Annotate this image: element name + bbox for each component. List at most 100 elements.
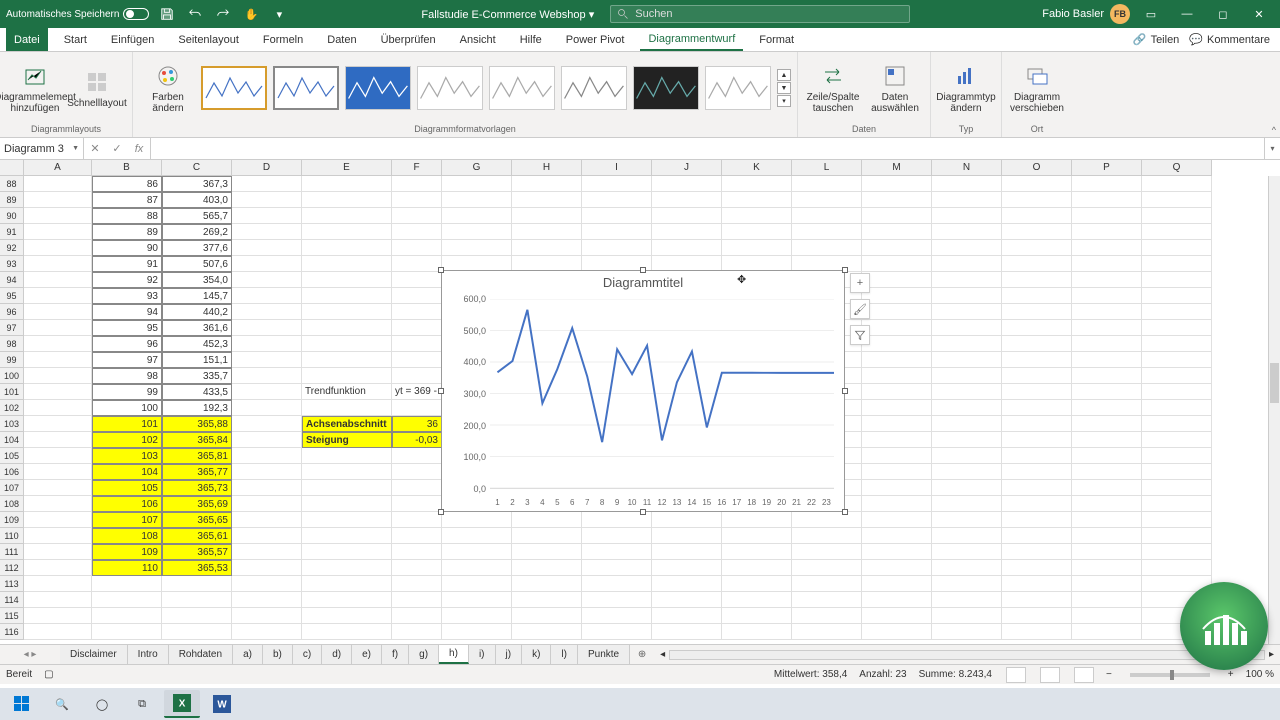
sheet-tab[interactable]: e) [352,645,382,664]
cell[interactable] [1002,256,1072,272]
row-header[interactable]: 92 [0,240,24,256]
cell[interactable] [442,576,512,592]
cell[interactable] [792,560,862,576]
cancel-formula-icon[interactable]: ✕ [84,142,106,155]
column-header[interactable]: G [442,160,512,176]
cell[interactable] [24,352,92,368]
cell[interactable] [512,240,582,256]
tab-help[interactable]: Hilfe [512,28,550,51]
cell[interactable]: 108 [92,528,162,544]
cell[interactable] [302,544,392,560]
cell[interactable] [932,560,1002,576]
cell[interactable] [24,192,92,208]
cell[interactable] [232,256,302,272]
cell[interactable] [392,576,442,592]
cell[interactable] [1142,464,1212,480]
cell[interactable]: 104 [92,464,162,480]
cell[interactable] [1072,608,1142,624]
cell[interactable] [582,592,652,608]
cell[interactable] [512,208,582,224]
cell[interactable] [392,208,442,224]
select-all-corner[interactable] [0,160,24,176]
cell[interactable]: Trendfunktion [302,384,392,400]
sheet-tab[interactable]: Disclaimer [60,645,128,664]
row-header[interactable]: 110 [0,528,24,544]
cell[interactable] [442,512,512,528]
sheet-tab[interactable]: c) [293,645,322,664]
cell[interactable] [1072,432,1142,448]
row-header[interactable]: 113 [0,576,24,592]
cell[interactable] [442,240,512,256]
cell[interactable] [1002,304,1072,320]
cell[interactable] [862,576,932,592]
cell[interactable] [1142,240,1212,256]
cell[interactable] [232,576,302,592]
row-header[interactable]: 103 [0,416,24,432]
cell[interactable] [1142,400,1212,416]
sheet-tab[interactable]: b) [263,645,293,664]
cell[interactable] [1002,400,1072,416]
cell[interactable] [1002,384,1072,400]
cell[interactable] [1142,432,1212,448]
undo-icon[interactable] [185,4,205,24]
cell[interactable]: 365,57 [162,544,232,560]
cell[interactable]: 367,3 [162,176,232,192]
cell[interactable] [92,576,162,592]
cell[interactable] [1002,208,1072,224]
cell[interactable] [302,288,392,304]
maximize-icon[interactable]: ◻ [1208,0,1238,28]
cell[interactable] [92,592,162,608]
sheet-tab[interactable]: Rohdaten [169,645,233,664]
cell[interactable] [512,608,582,624]
cell[interactable]: 365,84 [162,432,232,448]
resize-handle[interactable] [842,388,848,394]
row-header[interactable]: 111 [0,544,24,560]
cell[interactable] [1142,544,1212,560]
cell[interactable] [932,416,1002,432]
cell[interactable] [862,240,932,256]
cell[interactable] [232,304,302,320]
cell[interactable] [792,192,862,208]
chart-style-6[interactable] [561,66,627,110]
cell[interactable] [1072,256,1142,272]
cell[interactable] [1002,448,1072,464]
cell[interactable] [24,544,92,560]
cell[interactable] [232,464,302,480]
column-header[interactable]: O [1002,160,1072,176]
cell[interactable] [232,528,302,544]
name-box[interactable]: Diagramm 3▼ [0,138,84,159]
chart-style-7[interactable] [633,66,699,110]
cell[interactable] [932,304,1002,320]
cell[interactable] [932,336,1002,352]
cell[interactable] [162,624,232,640]
cell[interactable] [302,208,392,224]
cell[interactable] [24,512,92,528]
cell[interactable] [232,368,302,384]
cell[interactable] [932,384,1002,400]
task-view-icon[interactable]: ⧉ [124,690,160,718]
cell[interactable]: 151,1 [162,352,232,368]
cell[interactable] [1002,464,1072,480]
cell[interactable] [302,400,392,416]
cell[interactable] [302,608,392,624]
cell[interactable] [302,240,392,256]
cell[interactable] [1142,384,1212,400]
cell[interactable] [392,272,442,288]
tab-powerpivot[interactable]: Power Pivot [558,28,633,51]
gallery-down-icon[interactable]: ▼ [777,82,791,94]
cell[interactable]: 89 [92,224,162,240]
cell[interactable] [652,176,722,192]
cell[interactable] [392,288,442,304]
sheet-tab[interactable]: a) [233,645,263,664]
zoom-slider[interactable] [1130,673,1210,677]
resize-handle[interactable] [640,267,646,273]
cell[interactable] [302,480,392,496]
collapse-ribbon-icon[interactable]: ^ [1272,125,1276,135]
cell[interactable] [1002,352,1072,368]
cell[interactable] [1002,272,1072,288]
column-header[interactable]: B [92,160,162,176]
row-header[interactable]: 93 [0,256,24,272]
cell[interactable] [392,192,442,208]
cell[interactable] [442,176,512,192]
row-header[interactable]: 106 [0,464,24,480]
